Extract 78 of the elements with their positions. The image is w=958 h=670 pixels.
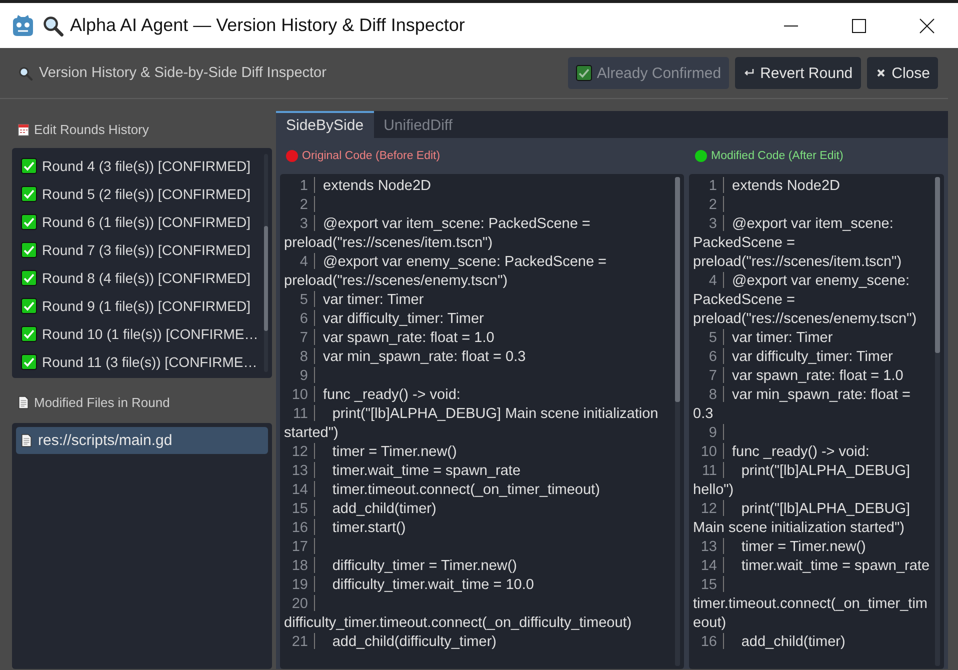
- maximize-icon[interactable]: [851, 18, 867, 34]
- checkbox[interactable]: [21, 242, 37, 258]
- dialog-title: Version History & Side-by-Side Diff Inspector: [39, 65, 328, 81]
- scrollbar[interactable]: [935, 177, 940, 666]
- close-icon[interactable]: [919, 18, 935, 34]
- round-item[interactable]: Round 8 (4 file(s)) [CONFIRMED]: [16, 264, 260, 292]
- code-line: 16 timer.start(): [290, 519, 407, 538]
- code-line: 15 add_child(timer): [290, 500, 438, 519]
- code-line: 15 timer.timeout.connect(_on_timer_timeout): [693, 576, 929, 633]
- round-item[interactable]: Round 9 (1 file(s)) [CONFIRMED]: [16, 292, 260, 320]
- calendar-icon: [18, 123, 29, 136]
- code-line: 13 timer = Timer.new(): [700, 538, 867, 557]
- checkbox[interactable]: [21, 158, 37, 174]
- code-line: 1 extends Node2D: [298, 177, 432, 196]
- code-editor[interactable]: [280, 174, 684, 669]
- checkbox[interactable]: [21, 326, 37, 342]
- revert-button[interactable]: Revert Round: [735, 57, 861, 89]
- code-line: 7 var spawn_rate: float = 1.0: [708, 367, 904, 386]
- code-line: 5 var timer: Timer: [298, 291, 425, 310]
- code-line: 17: [284, 538, 670, 557]
- close-dialog-button[interactable]: Close: [866, 57, 938, 89]
- code-line: 21 add_child(difficulty_timer): [290, 633, 498, 652]
- checkbox[interactable]: [21, 354, 37, 370]
- tab[interactable]: UnifiedDiff: [374, 111, 462, 138]
- code-line: 8 var min_spawn_rate: float = 0.3: [298, 348, 527, 367]
- robot-head-icon: [10, 12, 36, 38]
- code-line: 16 add_child(timer): [700, 633, 846, 652]
- code-line: 2: [693, 196, 930, 215]
- code-editor[interactable]: [689, 174, 944, 669]
- code-line: 6 var difficulty_timer: Timer: [708, 348, 894, 367]
- code-line: 9: [284, 367, 670, 386]
- checkbox[interactable]: [21, 214, 37, 230]
- round-item[interactable]: Round 5 (2 file(s)) [CONFIRMED]: [16, 180, 260, 208]
- scrollbar[interactable]: [675, 177, 680, 666]
- code-line: 4 @export var enemy_scene: PackedScene = preload("res://scenes/enemy.tscn"): [284, 253, 608, 291]
- close-icon: [874, 67, 887, 79]
- code-line: 10 func _ready() -> void:: [700, 443, 870, 462]
- code-line: 7 var spawn_rate: float = 1.0: [298, 329, 496, 348]
- pane-title: Modified Code (After Edit): [711, 150, 844, 162]
- round-item[interactable]: Round 4 (3 file(s)) [CONFIRMED]: [16, 152, 260, 180]
- code-line: 1 extends Node2D: [708, 177, 842, 196]
- code-line: 18 difficulty_timer = Timer.new(): [290, 557, 518, 576]
- round-item[interactable]: Round 6 (1 file(s)) [CONFIRMED]: [16, 208, 260, 236]
- document-icon: [21, 434, 32, 447]
- search-icon: [18, 66, 33, 80]
- search-icon: [42, 14, 64, 36]
- code-line: 9: [693, 424, 930, 443]
- round-item[interactable]: Round 11 (3 file(s)) [CONFIRME…: [16, 348, 260, 376]
- code-line: 8 var min_spawn_rate: float = 0.3: [693, 386, 912, 424]
- pane-title: Original Code (Before Edit): [302, 150, 440, 162]
- tab[interactable]: SideBySide: [276, 111, 374, 138]
- code-line: 13 timer.wait_time = spawn_rate: [290, 462, 522, 481]
- code-line: 11 print("[lb]ALPHA_DEBUG] hello"): [693, 462, 912, 500]
- round-item[interactable]: Round 7 (3 file(s)) [CONFIRMED]: [16, 236, 260, 264]
- code-line: 19 difficulty_timer.wait_time = 10.0: [290, 576, 535, 595]
- file-item[interactable]: res://scripts/main.gd: [16, 427, 268, 454]
- document-icon: [18, 396, 29, 409]
- code-line: 12 print("[lb]ALPHA_DEBUG] Main scene initialization started"): [693, 500, 912, 538]
- code-line: 5 var timer: Timer: [708, 329, 834, 348]
- code-line: 12 timer = Timer.new(): [290, 443, 458, 462]
- window-title: Alpha AI Agent — Version History & Diff Inspector: [70, 15, 466, 36]
- checkbox[interactable]: [21, 270, 37, 286]
- code-line: 2: [284, 196, 670, 215]
- code-line: 10 func _ready() -> void:: [290, 386, 462, 405]
- scrollbar[interactable]: [264, 154, 268, 372]
- checkbox[interactable]: [21, 298, 37, 314]
- code-line: 3 @export var item_scene: PackedScene = preload("res://scenes/item.tscn"): [284, 215, 592, 253]
- code-line: 11 print("[lb]ALPHA_DEBUG] Main scene initialization started"): [284, 405, 660, 443]
- section-label: Modified Files in Round: [34, 395, 170, 410]
- code-line: 20 difficulty_timer.timeout.connect(_on_difficulty_timeout): [284, 595, 633, 633]
- code-line: 3 @export var item_scene: PackedScene = preload("res://scenes/item.tscn"): [693, 215, 903, 272]
- code-line: 6 var difficulty_timer: Timer: [298, 310, 485, 329]
- code-line: 14 timer.wait_time = spawn_rate: [700, 557, 930, 576]
- code-line: 4 @export var enemy_scene: PackedScene = preload("res://scenes/enemy.tscn"): [693, 272, 918, 329]
- round-item[interactable]: Round 10 (1 file(s)) [CONFIRME…: [16, 320, 260, 348]
- checkbox[interactable]: [21, 186, 37, 202]
- code-line: 14 timer.timeout.connect(_on_timer_timeout): [290, 481, 601, 500]
- section-label: Edit Rounds History: [34, 122, 149, 137]
